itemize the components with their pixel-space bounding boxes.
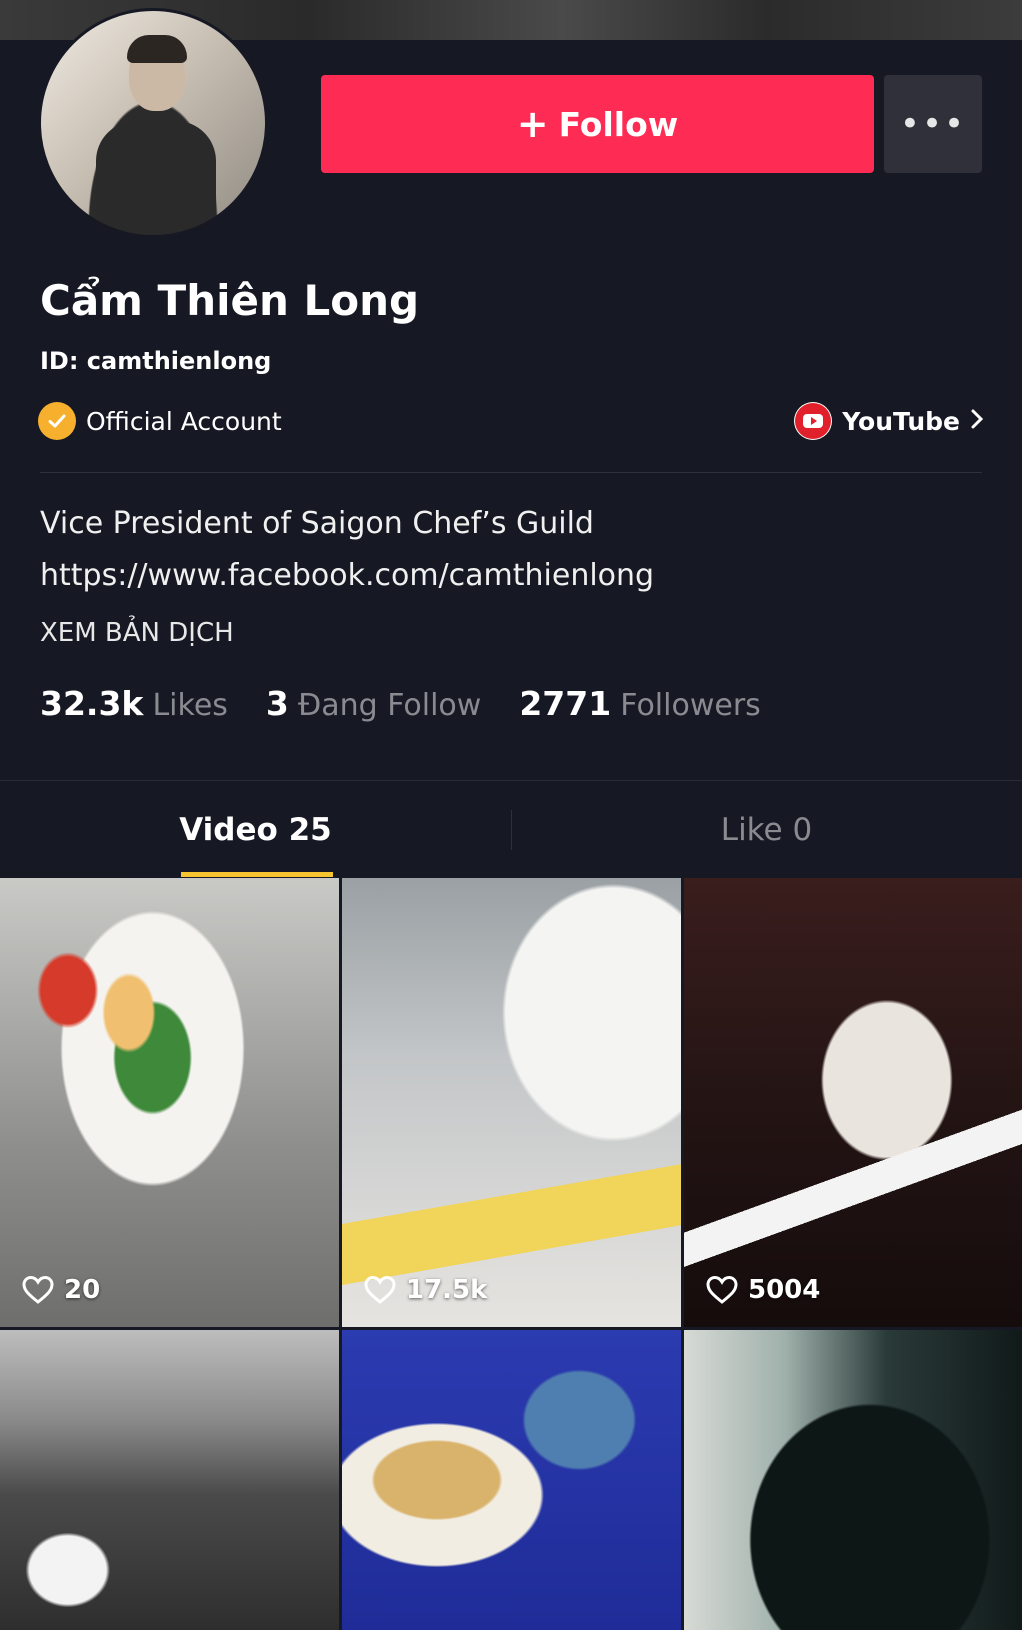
bio: Vice President of Saigon Chef’s Guild ht… bbox=[40, 498, 654, 602]
see-translation-link[interactable]: XEM BẢN DỊCH bbox=[40, 618, 234, 648]
avatar-figure-hair bbox=[127, 35, 187, 63]
profile-stats: 32.3k Likes 3 Đang Follow 2771 Followers bbox=[40, 684, 761, 723]
more-dots-icon: ••• bbox=[899, 104, 967, 144]
official-account-badge: Official Account bbox=[38, 402, 282, 440]
video-thumbnail[interactable]: 17.5k bbox=[342, 878, 681, 1327]
video-like-count: 20 bbox=[64, 1275, 101, 1305]
profile-divider bbox=[40, 472, 982, 473]
followers-stat[interactable]: 2771 Followers bbox=[519, 684, 760, 723]
video-likes: 17.5k bbox=[364, 1275, 487, 1305]
profile-avatar[interactable] bbox=[38, 8, 268, 238]
video-thumbnail[interactable]: 5004 bbox=[684, 878, 1022, 1327]
verified-check-icon bbox=[38, 402, 76, 440]
display-name: Cẩm Thiên Long bbox=[40, 276, 420, 325]
video-like-count: 17.5k bbox=[406, 1275, 488, 1305]
active-tab-indicator bbox=[181, 872, 333, 877]
following-label: Đang Follow bbox=[297, 688, 482, 723]
followers-count: 2771 bbox=[519, 684, 612, 723]
profile-tabs: Video 25 Like 0 bbox=[0, 782, 1022, 878]
bio-link[interactable]: https://www.facebook.com/camthienlong bbox=[40, 550, 654, 602]
following-stat[interactable]: 3 Đang Follow bbox=[266, 684, 481, 723]
video-likes: 5004 bbox=[706, 1275, 820, 1305]
followers-label: Followers bbox=[620, 688, 761, 723]
heart-icon bbox=[364, 1275, 396, 1304]
tab-video[interactable]: Video 25 bbox=[0, 782, 511, 878]
tab-like[interactable]: Like 0 bbox=[511, 782, 1022, 878]
heart-icon bbox=[706, 1275, 738, 1304]
likes-label: Likes bbox=[152, 688, 228, 723]
following-count: 3 bbox=[265, 684, 289, 723]
video-like-count: 5004 bbox=[748, 1275, 821, 1305]
more-options-button[interactable]: ••• bbox=[884, 75, 982, 173]
chevron-right-icon bbox=[970, 407, 984, 436]
youtube-link[interactable]: YouTube bbox=[794, 402, 984, 440]
avatar-figure-shirt bbox=[96, 121, 216, 235]
video-thumbnail[interactable]: 20 bbox=[0, 878, 339, 1327]
likes-stat: 32.3k Likes bbox=[40, 684, 228, 723]
video-thumbnail[interactable] bbox=[684, 1330, 1022, 1630]
section-divider bbox=[0, 780, 1022, 781]
likes-count: 32.3k bbox=[40, 684, 144, 723]
heart-icon bbox=[22, 1275, 54, 1304]
follow-button[interactable]: + Follow bbox=[321, 75, 874, 173]
youtube-link-label: YouTube bbox=[842, 406, 960, 436]
plus-icon: + bbox=[516, 102, 549, 146]
youtube-icon bbox=[794, 402, 833, 440]
follow-button-label: Follow bbox=[558, 104, 679, 144]
video-thumbnail[interactable] bbox=[342, 1330, 681, 1630]
official-account-label: Official Account bbox=[86, 406, 282, 436]
video-thumbnail[interactable] bbox=[0, 1330, 339, 1630]
video-likes: 20 bbox=[22, 1275, 100, 1305]
bio-text: Vice President of Saigon Chef’s Guild bbox=[40, 506, 594, 541]
user-id: ID: camthienlong bbox=[40, 347, 272, 375]
